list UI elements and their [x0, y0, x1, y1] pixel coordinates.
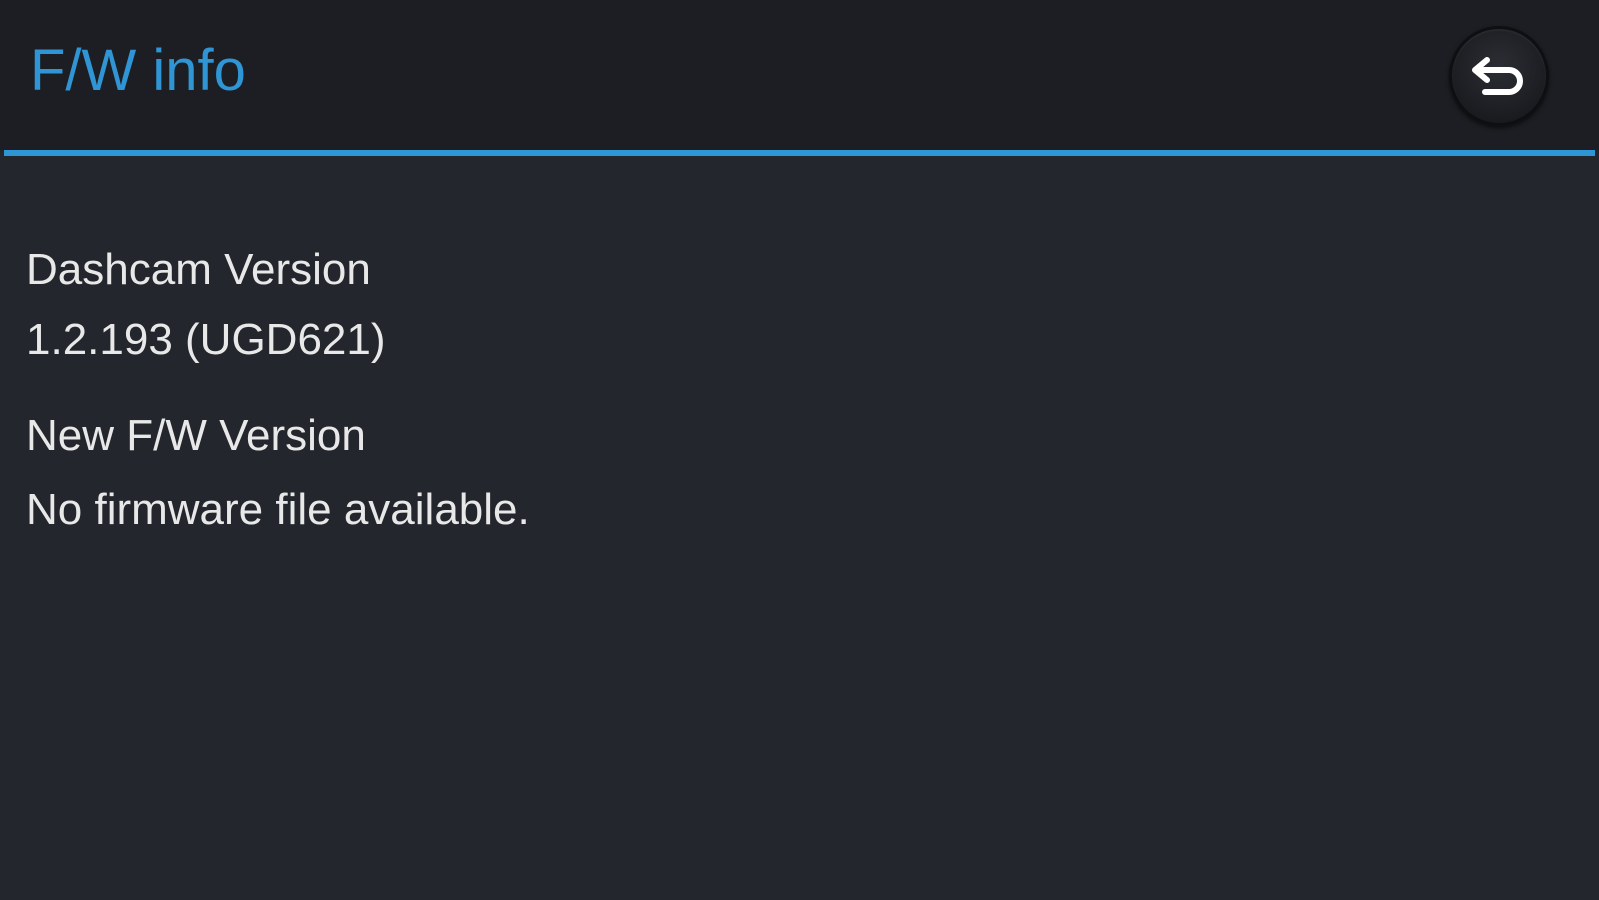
back-button[interactable]	[1449, 26, 1549, 126]
fw-info-screen: F/W info Dashcam Version 1.2.193 (UGD621…	[0, 0, 1599, 900]
new-fw-version-value: No firmware file available.	[26, 485, 530, 534]
header-bar: F/W info	[0, 0, 1599, 150]
back-arrow-icon	[1472, 57, 1523, 95]
dashcam-version-label: Dashcam Version	[26, 245, 371, 294]
header-divider	[4, 150, 1595, 156]
dashcam-version-value: 1.2.193 (UGD621)	[26, 315, 386, 364]
new-fw-version-label: New F/W Version	[26, 411, 366, 460]
page-title: F/W info	[30, 38, 246, 103]
